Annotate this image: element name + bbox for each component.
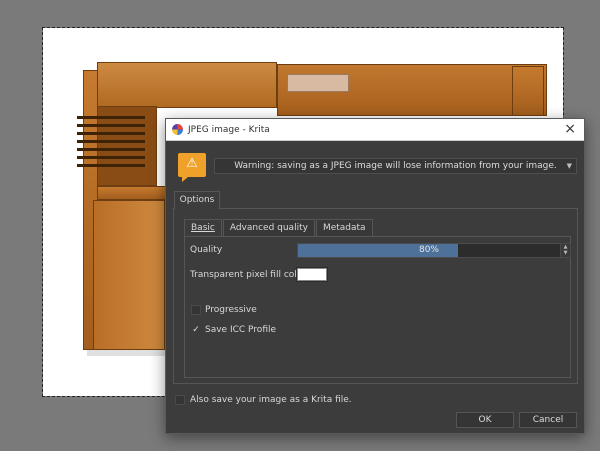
tab-basic[interactable]: Basic	[184, 219, 222, 237]
fill-color-label: Transparent pixel fill color:	[190, 270, 309, 280]
ok-button[interactable]: OK	[456, 412, 514, 428]
cabinet-lid	[287, 74, 349, 92]
grille-slat	[77, 124, 145, 127]
save-icc-checkbox[interactable]: ✓	[191, 325, 201, 335]
grille-slat	[77, 140, 145, 143]
cancel-button[interactable]: Cancel	[519, 412, 577, 428]
quality-spin-buttons[interactable]: ▲ ▼	[560, 244, 570, 257]
options-subtabs: Basic Advanced quality Metadata	[184, 219, 374, 237]
grille-slat	[77, 164, 145, 167]
krita-app-icon	[172, 124, 183, 135]
options-group: Basic Advanced quality Metadata Quality …	[173, 208, 578, 384]
save-krita-checkbox[interactable]	[175, 395, 185, 405]
quality-label: Quality	[190, 245, 223, 255]
grille-slat	[77, 148, 145, 151]
cabinet-right-end	[512, 66, 544, 116]
progressive-checkbox[interactable]	[191, 305, 201, 315]
quality-value: 80%	[418, 245, 439, 255]
basic-panel: Quality 80% ▲ ▼ Transparent pixel fill c…	[184, 236, 571, 378]
warning-text: Warning: saving as a JPEG image will los…	[234, 161, 557, 171]
cabinet-shelf	[97, 186, 167, 200]
warning-glyph: ⚠	[186, 156, 198, 171]
chevron-down-icon: ▼	[566, 162, 572, 170]
grille-slat	[77, 156, 145, 159]
grille-slat	[77, 116, 145, 119]
progressive-label: Progressive	[205, 305, 257, 315]
tab-advanced-quality[interactable]: Advanced quality	[222, 219, 315, 237]
warning-triangle-icon: ⚠	[178, 153, 206, 182]
fill-color-button[interactable]	[296, 267, 328, 282]
save-icc-label: Save ICC Profile	[205, 325, 277, 335]
quality-slider[interactable]: 80% ▲ ▼	[297, 243, 571, 258]
spin-down-icon[interactable]: ▼	[561, 250, 570, 256]
dialog-titlebar: JPEG image - Krita ×	[166, 119, 584, 141]
tab-metadata[interactable]: Metadata	[315, 219, 373, 237]
dialog-title: JPEG image - Krita	[188, 124, 270, 135]
jpeg-export-dialog: JPEG image - Krita × ⚠ Warning: saving a…	[165, 118, 585, 434]
cabinet-leg	[93, 200, 165, 350]
close-icon[interactable]: ×	[564, 122, 576, 136]
tab-basic-label: Basic	[191, 223, 215, 233]
cabinet-top-left	[97, 62, 277, 108]
tab-options[interactable]: Options	[174, 191, 220, 209]
save-krita-label: Also save your image as a Krita file.	[190, 395, 352, 405]
grille-slat	[77, 132, 145, 135]
warning-message-combo[interactable]: Warning: saving as a JPEG image will los…	[214, 158, 577, 174]
warning-row: ⚠ Warning: saving as a JPEG image will l…	[178, 153, 578, 183]
